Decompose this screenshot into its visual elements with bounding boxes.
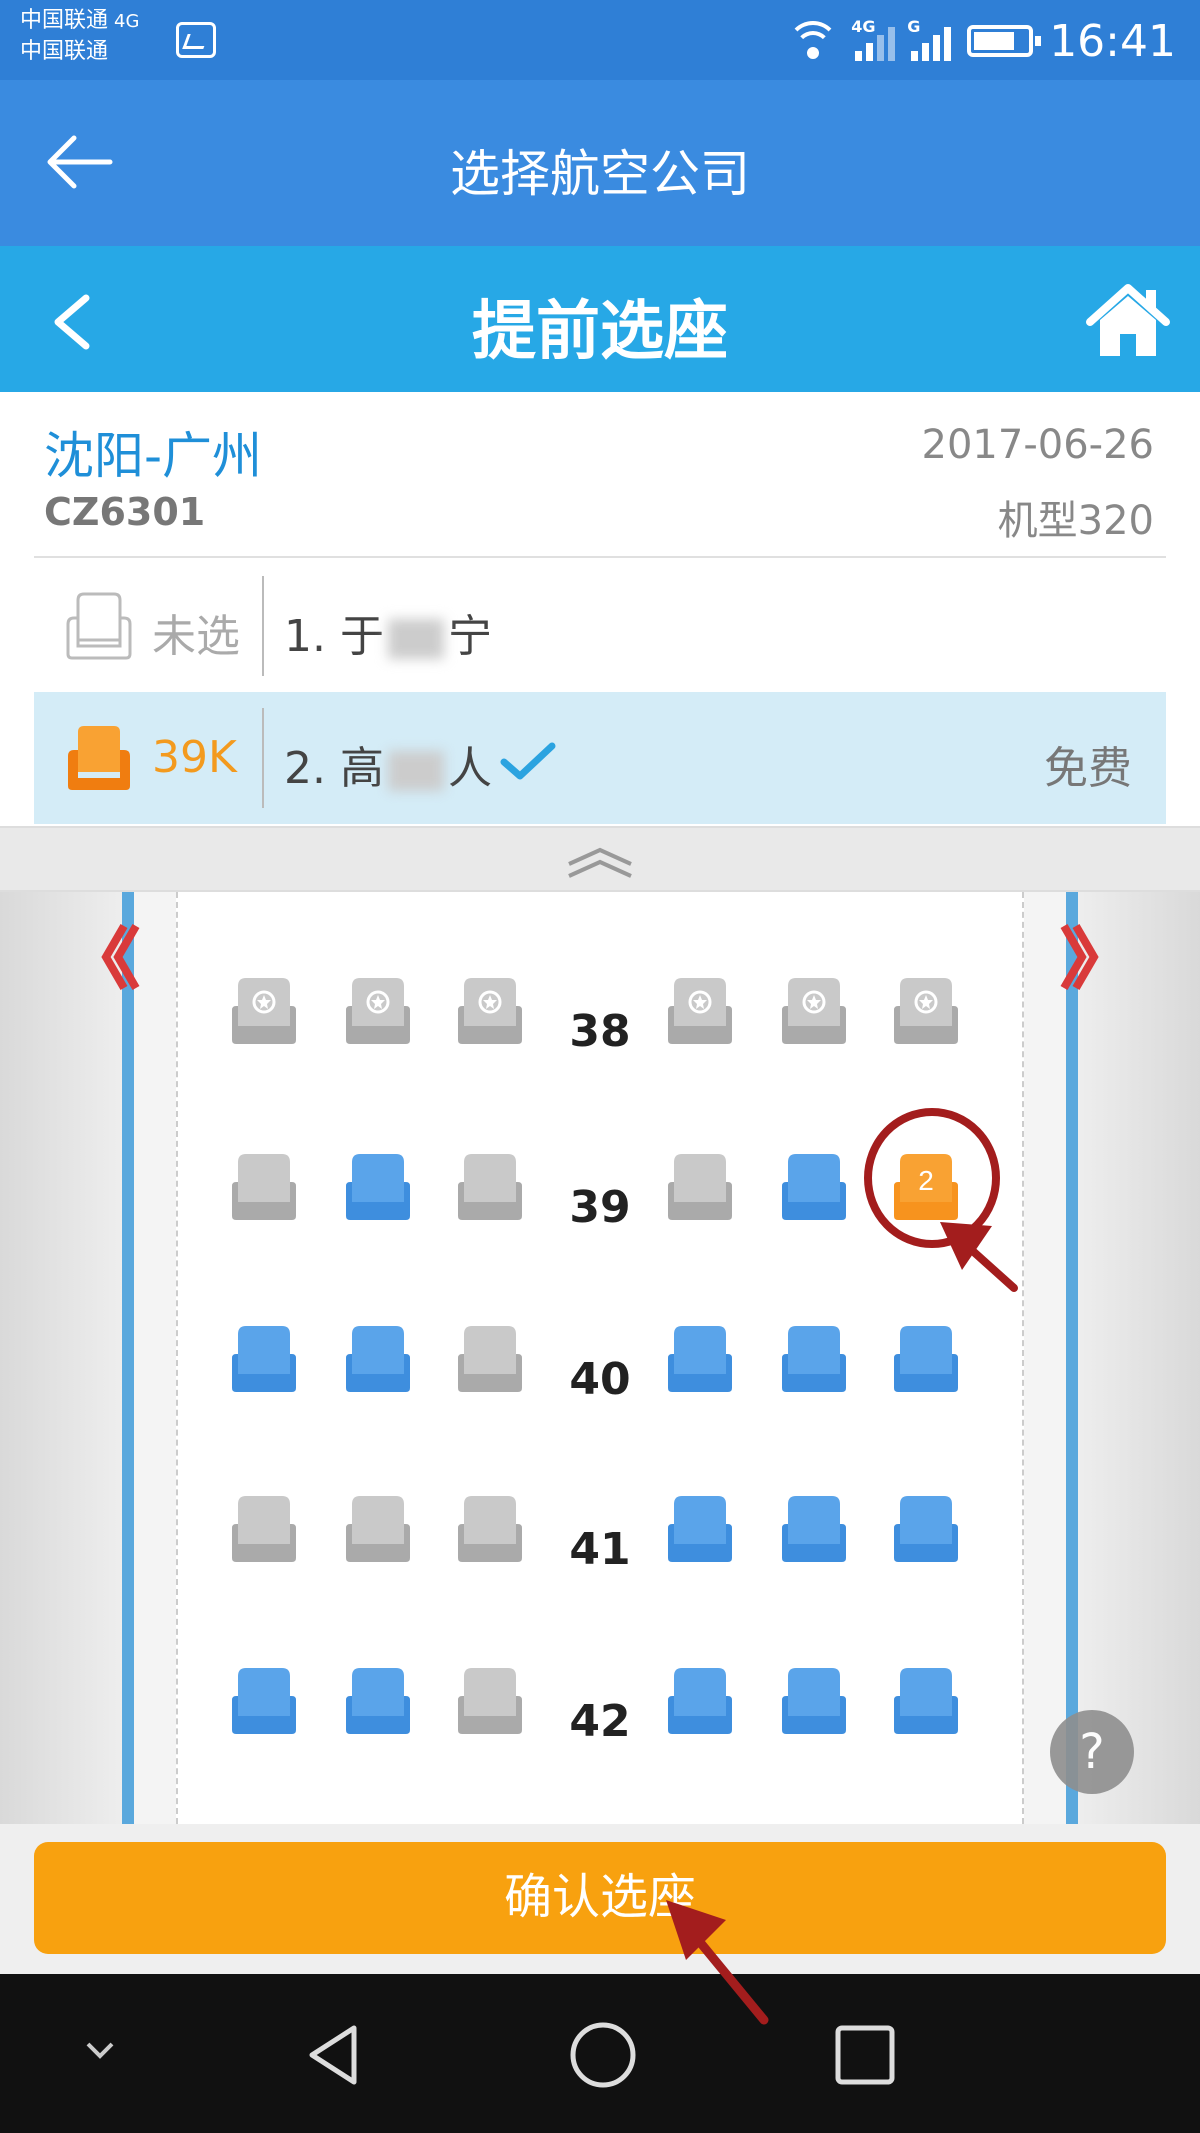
passenger-name-prefix: 1. 于 bbox=[284, 611, 384, 662]
nav-recents-icon[interactable] bbox=[832, 2022, 898, 2088]
passenger-seat-label: 39K bbox=[152, 732, 237, 783]
collapse-handle[interactable] bbox=[0, 826, 1200, 892]
seat-40-5[interactable] bbox=[782, 1324, 846, 1394]
seat-40-2[interactable] bbox=[346, 1324, 410, 1394]
nav-home-icon[interactable] bbox=[566, 2018, 640, 2092]
seat-41-5[interactable] bbox=[782, 1494, 846, 1564]
seat-38-3[interactable] bbox=[458, 976, 522, 1046]
confirm-seat-button[interactable]: 确认选座 bbox=[34, 1842, 1166, 1954]
seat-42-2[interactable] bbox=[346, 1666, 410, 1736]
seat-42-6[interactable] bbox=[894, 1666, 958, 1736]
passenger-row-2[interactable]: 39K 2. 高 人 免费 bbox=[34, 692, 1166, 824]
seat-40-1[interactable] bbox=[232, 1324, 296, 1394]
passenger-name-prefix: 2. 高 bbox=[284, 743, 384, 794]
seat-40-3 bbox=[458, 1324, 522, 1394]
divider bbox=[34, 556, 1166, 558]
passenger-name: 2. 高 人 bbox=[284, 732, 492, 796]
name-blur-mask bbox=[387, 751, 444, 791]
carrier-1-network: 4G bbox=[114, 11, 140, 32]
svg-text:2: 2 bbox=[918, 1165, 934, 1196]
row-number: 39 bbox=[569, 1182, 631, 1233]
seat-39-4 bbox=[668, 1152, 732, 1222]
page-header: 提前选座 bbox=[0, 246, 1200, 392]
seat-41-6[interactable] bbox=[894, 1494, 958, 1564]
vertical-divider bbox=[262, 708, 264, 808]
help-button[interactable]: ? bbox=[1050, 1710, 1134, 1794]
seat-fee: 免费 bbox=[1044, 743, 1132, 794]
seat-38-4[interactable] bbox=[668, 976, 732, 1046]
seat-40-4[interactable] bbox=[668, 1324, 732, 1394]
vertical-divider bbox=[262, 576, 264, 676]
flight-info: 沈阳-广州 CZ6301 2017-06-26 机型320 bbox=[0, 392, 1200, 560]
seat-map[interactable]: 38 39 2 40 41 42 bbox=[0, 892, 1200, 1824]
seat-41-2 bbox=[346, 1494, 410, 1564]
app-header: 选择航空公司 bbox=[0, 80, 1200, 246]
row-number: 42 bbox=[569, 1696, 631, 1747]
seat-41-3 bbox=[458, 1494, 522, 1564]
seat-38-5[interactable] bbox=[782, 976, 846, 1046]
seat-42-1[interactable] bbox=[232, 1666, 296, 1736]
exit-left-icon bbox=[101, 923, 140, 991]
seat-42-3 bbox=[458, 1666, 522, 1736]
battery-icon bbox=[967, 25, 1042, 57]
app-header-title: 选择航空公司 bbox=[450, 145, 750, 203]
passenger-name-suffix: 人 bbox=[447, 743, 492, 794]
seat-40-6[interactable] bbox=[894, 1324, 958, 1394]
signal-sim2-icon: G bbox=[907, 17, 952, 61]
seat-42-5[interactable] bbox=[782, 1666, 846, 1736]
passenger-name: 1. 于 宁 bbox=[284, 600, 492, 664]
seat-39-2[interactable] bbox=[346, 1152, 410, 1222]
nav-back-icon[interactable] bbox=[300, 2020, 370, 2090]
seat-38-2[interactable] bbox=[346, 976, 410, 1046]
carrier-1: 中国联通 bbox=[20, 8, 109, 33]
seat-42-4[interactable] bbox=[668, 1666, 732, 1736]
passenger-name-suffix: 宁 bbox=[447, 611, 492, 662]
status-icons: 4G G 16:41 bbox=[787, 14, 1176, 68]
double-chevron-up-icon bbox=[568, 847, 632, 878]
carrier-info: 中国联通 4G 中国联通 bbox=[20, 6, 139, 67]
clock: 16:41 bbox=[1049, 15, 1176, 67]
aircraft-type: 机型320 bbox=[997, 498, 1154, 544]
row-number: 38 bbox=[569, 1006, 631, 1057]
cabin-wall-right bbox=[1070, 892, 1200, 1824]
confirm-bar: 确认选座 bbox=[0, 1824, 1200, 1974]
wifi-icon bbox=[787, 21, 840, 61]
seat-39-6[interactable]: 2 bbox=[894, 1152, 958, 1222]
sim1-label: 4G bbox=[851, 17, 876, 36]
seat-selected-icon bbox=[68, 726, 130, 790]
row-number: 40 bbox=[569, 1354, 631, 1405]
signal-sim1-icon: 4G bbox=[851, 17, 896, 61]
cabin-wall-left bbox=[0, 892, 130, 1824]
seat-outline-icon bbox=[66, 592, 132, 660]
passenger-seat-label: 未选 bbox=[152, 611, 240, 662]
seat-39-1 bbox=[232, 1152, 296, 1222]
seat-38-6[interactable] bbox=[894, 976, 958, 1046]
name-blur-mask bbox=[387, 619, 444, 659]
seat-39-3 bbox=[458, 1152, 522, 1222]
flight-number: CZ6301 bbox=[44, 490, 206, 534]
cabin-edge-left bbox=[122, 892, 134, 1824]
sim2-label: G bbox=[907, 17, 921, 36]
system-nav-bar bbox=[0, 1974, 1200, 2133]
carrier-2: 中国联通 bbox=[20, 39, 109, 64]
flight-date: 2017-06-26 bbox=[921, 422, 1154, 468]
passenger-row-1[interactable]: 未选 1. 于 宁 bbox=[34, 560, 1166, 692]
flight-route: 沈阳-广州 bbox=[44, 427, 263, 485]
image-notification-icon bbox=[176, 22, 216, 58]
check-icon bbox=[500, 742, 556, 780]
seat-41-1 bbox=[232, 1494, 296, 1564]
chevron-down-icon[interactable] bbox=[80, 2036, 120, 2066]
status-bar: 中国联通 4G 中国联通 4G G 16:41 bbox=[0, 0, 1200, 80]
cabin-edge-right bbox=[1066, 892, 1078, 1824]
row-number: 41 bbox=[569, 1524, 631, 1575]
seat-39-5[interactable] bbox=[782, 1152, 846, 1222]
seat-38-1[interactable] bbox=[232, 976, 296, 1046]
exit-right-icon bbox=[1060, 923, 1099, 991]
home-icon[interactable] bbox=[1086, 284, 1170, 358]
page-title: 提前选座 bbox=[472, 295, 728, 369]
seat-41-4[interactable] bbox=[668, 1494, 732, 1564]
